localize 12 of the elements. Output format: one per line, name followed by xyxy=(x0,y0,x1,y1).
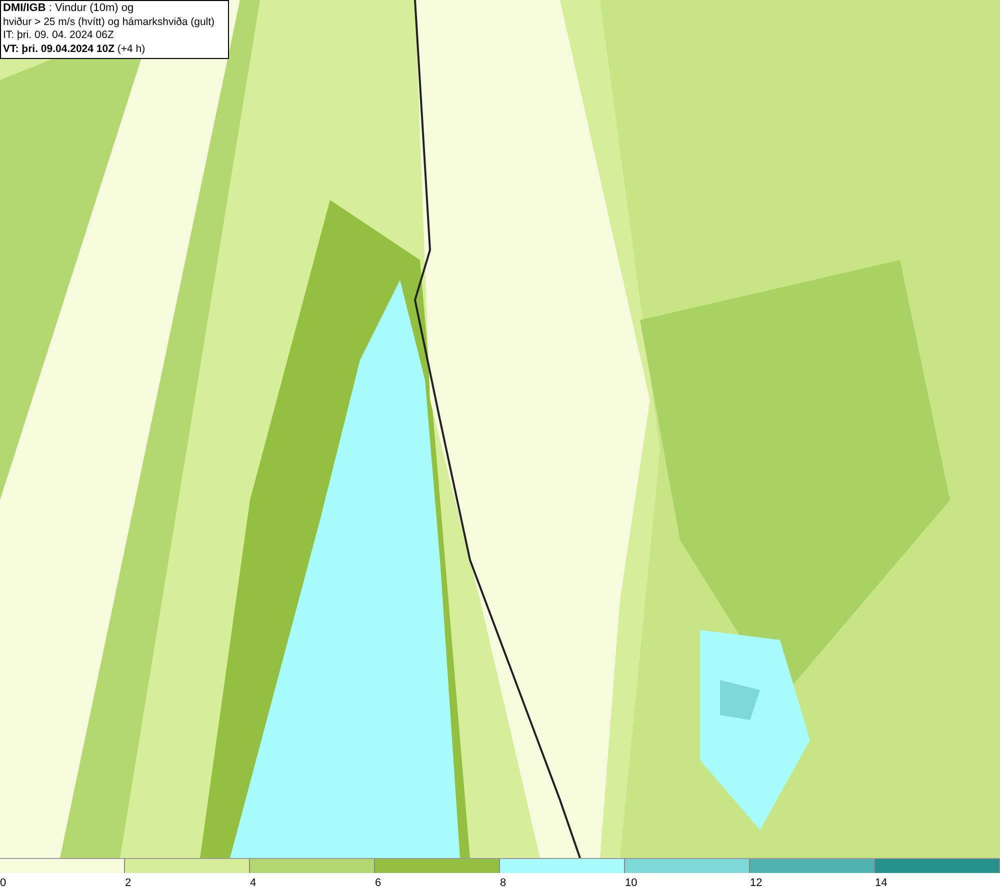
map-caption: hviður > 25 m/s (hvítt) og hámarkshviða (gult) xyxy=(3,16,216,29)
map-caption: IT: þri. 09. 04. 2024 06Z xyxy=(3,29,115,42)
legend-tick-label: 12 xyxy=(750,876,762,887)
legend-tick-label: 8 xyxy=(500,876,506,887)
map-caption: VT: þri. 09.04.2024 10Z (+4 h) xyxy=(3,42,146,56)
legend-tick-label: 4 xyxy=(250,876,256,887)
legend-tick-label: 6 xyxy=(375,876,382,887)
legend-tick-label: 14 xyxy=(875,876,888,887)
legend-tick-label: 10 xyxy=(625,876,638,887)
map-caption: DMI/IGB : Vindur (10m) og xyxy=(3,2,135,16)
legend-tick-label: 0 xyxy=(0,876,6,887)
legend-tick-label: 2 xyxy=(125,876,132,887)
